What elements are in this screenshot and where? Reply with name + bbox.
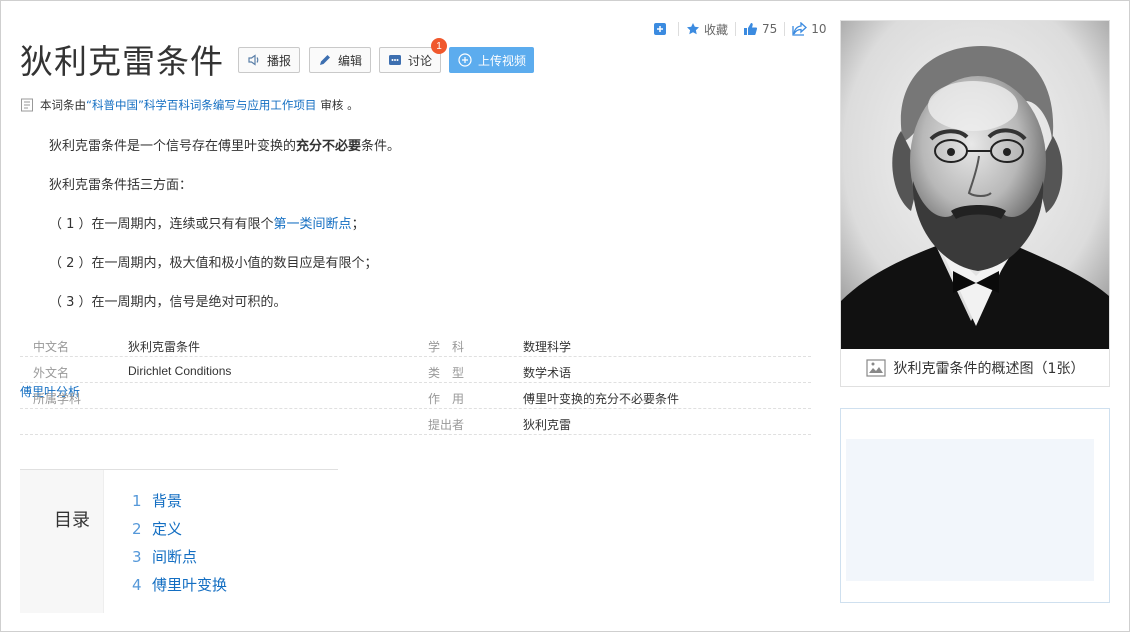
first-kind-discontinuity-link[interactable]: 第一类间断点 [274,217,352,232]
catalog-item-background[interactable]: 1 背景 [132,490,182,511]
info-key: 外文名 [33,366,70,380]
summary-text: （ 1 ）在一周期内，连续或只有有限个 [49,217,274,232]
catalog-item-label: 背景 [152,492,183,510]
review-note: 本词条由 “科普中国”科学百科词条编写与应用工作项目 审核 。 [20,97,359,113]
catalog-sidebar [20,470,104,613]
portrait-image [841,21,1109,349]
picture-caption-text: 狄利克雷条件的概述图（1张） [893,361,1085,377]
info-row: 外文名 Dirichlet Conditions 类 型 数学术语 [20,357,811,383]
catalog-item-discontinuity[interactable]: 3 间断点 [132,546,197,567]
broadcast-label: 播报 [267,53,292,68]
catalog-item-label: 间断点 [152,548,198,566]
summary-text: 条件。 [361,139,401,154]
pencil-icon [318,53,332,67]
catalog-item-number: 4 [132,576,142,594]
sidebar-ad-panel [840,408,1110,603]
catalog-item-fourier-transform[interactable]: 4 傅里叶变换 [132,574,227,595]
info-key: 学 科 [428,340,465,354]
info-row: 中文名 狄利克雷条件 学 科 数理科学 [20,331,811,357]
catalog-item-label: 傅里叶变换 [152,576,228,594]
edit-button[interactable]: 编辑 [309,47,372,73]
info-value: 数学术语 [523,366,572,380]
catalog-title: 目录 [54,510,90,531]
summary-paragraph-1: 狄利克雷条件是一个信号存在傅里叶变换的充分不必要条件。 [49,135,400,154]
info-row: 所属学科 傅里叶分析 作 用 傅里叶变换的充分不必要条件 [20,383,811,409]
catalog-item-number: 2 [132,520,142,538]
summary-paragraph-4: （ 2 ）在一周期内，极大值和极小值的数目应是有限个； [49,256,378,271]
discuss-count-badge: 1 [431,38,447,54]
broadcast-button[interactable]: 播报 [238,47,301,73]
image-icon [865,359,886,377]
summary-paragraph-2: 狄利克雷条件括三方面： [49,178,193,193]
summary-text: ； [351,217,365,232]
share-icon [792,22,808,36]
upload-video-button[interactable]: 上传视频 [449,47,534,73]
info-value: 数理科学 [523,340,572,354]
catalog-item-number: 1 [132,492,142,510]
add-entry-button[interactable] [653,22,671,36]
info-value: 狄利克雷条件 [128,340,201,354]
plus-circle-icon [458,53,472,67]
summary-paragraph-3: （ 1 ）在一周期内，连续或只有有限个第一类间断点； [49,213,365,232]
star-icon [687,23,699,35]
summary-paragraph-5: （ 3 ）在一周期内，信号是绝对可积的。 [49,295,287,310]
info-key: 所属学科 [33,392,82,406]
chat-icon [388,53,402,67]
shares-count: 10 [811,22,827,36]
info-row: 提出者 狄利克雷 [20,409,811,435]
summary-picture-card[interactable]: 狄利克雷条件的概述图（1张） [840,20,1110,387]
info-key: 提出者 [428,418,465,432]
document-icon [21,98,33,112]
ad-placeholder [846,439,1094,581]
share-button[interactable]: 10 [792,22,827,36]
speaker-icon [247,53,261,67]
like-button[interactable]: 75 [743,22,777,36]
info-value: 傅里叶变换的充分不必要条件 [523,392,680,406]
info-key: 作 用 [428,392,465,406]
review-suffix: 审核 。 [320,98,359,112]
catalog-item-number: 3 [132,548,142,566]
favorite-button[interactable]: 收藏 [686,21,728,38]
catalog-item-label: 定义 [152,520,183,538]
review-org-link[interactable]: “科普中国”科学百科词条编写与应用工作项目 [86,97,316,113]
thumbs-up-icon [744,23,758,35]
stats-bar: 收藏 75 10 [653,20,827,38]
discuss-label: 讨论 [408,53,433,68]
page-title: 狄利克雷条件 [20,42,224,81]
upload-video-label: 上传视频 [478,53,527,68]
review-prefix: 本词条由 [40,98,86,112]
info-key: 类 型 [428,366,465,380]
info-value: 狄利克雷 [523,418,572,432]
edit-label: 编辑 [338,53,363,68]
likes-count: 75 [762,22,778,36]
info-value: Dirichlet Conditions [128,364,232,378]
plus-square-icon [654,23,666,35]
info-key: 中文名 [33,340,70,354]
picture-caption[interactable]: 狄利克雷条件的概述图（1张） [841,351,1109,385]
summary-bold-text: 充分不必要 [296,139,362,154]
catalog-item-definition[interactable]: 2 定义 [132,518,182,539]
summary-text: 狄利克雷条件是一个信号存在傅里叶变换的 [49,139,297,154]
favorite-label: 收藏 [704,22,729,37]
